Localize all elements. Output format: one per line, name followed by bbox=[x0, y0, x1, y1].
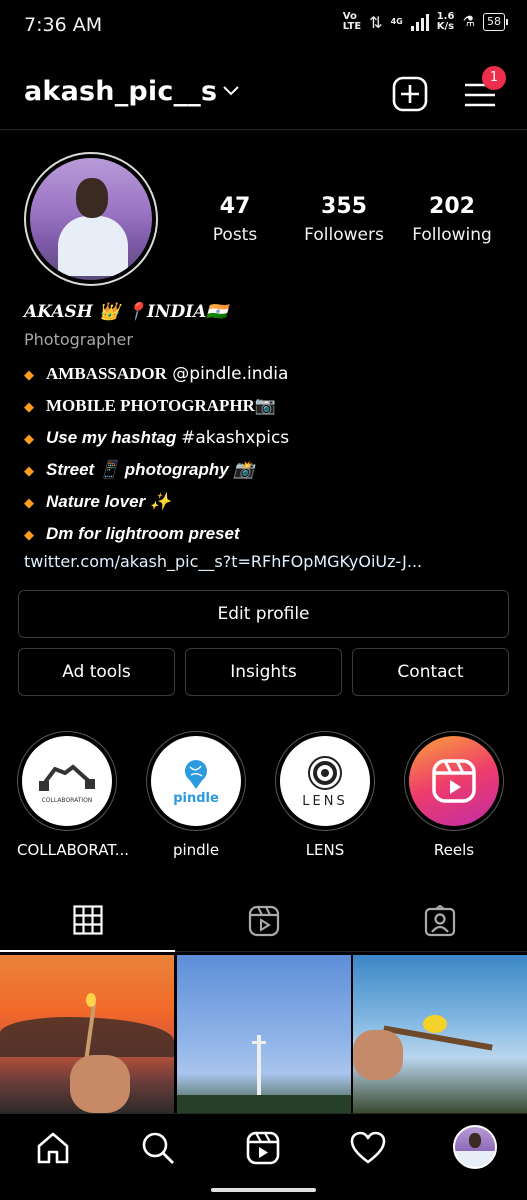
bio-line: ◆ Street 📱 photography 📸 bbox=[24, 460, 255, 479]
nav-activity[interactable] bbox=[348, 1128, 388, 1168]
status-bar: 7:36 AM Vo LTE ⇅ 4G 1.6 K/s ⚗ 58 bbox=[0, 0, 527, 56]
highlight-label: pindle bbox=[172, 841, 220, 859]
bottom-nav bbox=[0, 1113, 527, 1200]
highlight-cover: pindle bbox=[151, 736, 241, 826]
post-thumbnail[interactable] bbox=[353, 955, 527, 1113]
edit-profile-button[interactable]: Edit profile bbox=[18, 590, 509, 638]
status-icons: Vo LTE ⇅ 4G 1.6 K/s ⚗ 58 bbox=[342, 11, 508, 32]
followers-stat[interactable]: 355 Followers bbox=[292, 194, 396, 245]
search-icon bbox=[142, 1132, 174, 1164]
highlight-reels[interactable]: Reels bbox=[404, 731, 504, 859]
notification-badge: 1 bbox=[482, 66, 506, 90]
tab-tagged[interactable] bbox=[352, 890, 527, 952]
highlight-cover-text: LENS bbox=[302, 793, 348, 809]
diamond-icon: ◆ bbox=[24, 496, 34, 511]
followers-label: Followers bbox=[304, 225, 384, 245]
nav-home[interactable] bbox=[33, 1128, 73, 1168]
highlight-cover: COLLABORATION bbox=[22, 736, 112, 826]
status-time: 7:36 AM bbox=[24, 14, 103, 36]
volte-indicator: Vo LTE bbox=[342, 11, 362, 32]
bio-line: ◆ AMBASSADOR @pindle.india bbox=[24, 364, 289, 384]
following-label: Following bbox=[412, 225, 492, 245]
globe-pin-icon bbox=[185, 759, 207, 789]
highlight-collaboration[interactable]: COLLABORATION COLLABORAT... bbox=[17, 731, 130, 859]
profile-bio: AKASH 👑 📍INDIA🇮🇳 Photographer ◆ AMBASSADO… bbox=[24, 302, 514, 571]
ad-tools-button[interactable]: Ad tools bbox=[18, 648, 175, 696]
battery-icon: 58 bbox=[483, 13, 508, 31]
network-speed: 1.6 K/s bbox=[436, 11, 455, 32]
following-count: 202 bbox=[429, 194, 475, 219]
home-icon bbox=[37, 1132, 69, 1164]
handshake-icon bbox=[39, 763, 95, 791]
diamond-icon: ◆ bbox=[24, 368, 34, 383]
bio-name: AKASH 👑 📍INDIA🇮🇳 bbox=[24, 302, 228, 322]
profile-photo bbox=[30, 158, 152, 280]
profile-tabs bbox=[0, 890, 527, 952]
highlight-lens[interactable]: LENS LENS bbox=[275, 731, 375, 859]
grid-icon bbox=[72, 905, 103, 935]
highlight-cover: LENS bbox=[280, 736, 370, 826]
nav-profile[interactable] bbox=[452, 1124, 498, 1170]
heart-icon bbox=[350, 1131, 386, 1164]
highlight-label: COLLABORAT... bbox=[17, 841, 130, 859]
tagged-icon bbox=[424, 905, 455, 937]
chevron-down-icon[interactable] bbox=[222, 84, 240, 98]
bio-line: ◆ Dm for lightroom preset bbox=[24, 524, 240, 543]
tab-reels[interactable] bbox=[176, 890, 351, 952]
nav-reels[interactable] bbox=[243, 1128, 283, 1168]
insights-button[interactable]: Insights bbox=[185, 648, 342, 696]
highlight-cover-text: pindle bbox=[173, 790, 219, 806]
network-type: 4G bbox=[390, 17, 403, 26]
bio-line: ◆ Use my hashtag #akashxpics bbox=[24, 428, 290, 448]
lens-icon bbox=[308, 755, 342, 790]
tab-grid[interactable] bbox=[0, 890, 175, 952]
diamond-icon: ◆ bbox=[24, 432, 34, 447]
reels-icon bbox=[246, 1131, 280, 1165]
highlight-pindle[interactable]: pindle pindle bbox=[146, 731, 246, 859]
username-title[interactable]: akash_pic__s bbox=[24, 76, 217, 107]
home-indicator[interactable] bbox=[211, 1188, 316, 1192]
nav-search[interactable] bbox=[138, 1128, 178, 1168]
highlight-label: Reels bbox=[433, 841, 475, 859]
posts-count: 47 bbox=[219, 194, 251, 219]
bio-line: ◆ MOBILE PHOTOGRAPHR📷 bbox=[24, 396, 277, 416]
highlight-cover bbox=[409, 736, 499, 826]
highlight-cover-text: COLLABORATION bbox=[41, 796, 93, 804]
post-thumbnail[interactable] bbox=[0, 955, 174, 1113]
hashtag-link[interactable]: #akashxpics bbox=[181, 428, 289, 448]
diamond-icon: ◆ bbox=[24, 464, 34, 479]
profile-header: akash_pic__s 1 bbox=[0, 62, 527, 130]
new-post-icon[interactable] bbox=[392, 76, 428, 112]
reels-icon bbox=[432, 759, 476, 803]
profile-avatar bbox=[453, 1125, 497, 1169]
posts-grid bbox=[0, 955, 527, 1113]
bio-line: ◆ Nature lover ✨ bbox=[24, 492, 172, 511]
highlight-label: LENS bbox=[305, 841, 345, 859]
profile-avatar[interactable] bbox=[24, 152, 158, 286]
posts-label: Posts bbox=[212, 225, 258, 245]
post-thumbnail[interactable] bbox=[177, 955, 351, 1113]
diamond-icon: ◆ bbox=[24, 528, 34, 543]
data-arrows-icon: ⇅ bbox=[369, 12, 383, 32]
reels-icon bbox=[248, 905, 279, 937]
following-stat[interactable]: 202 Following bbox=[402, 194, 502, 245]
signal-icon bbox=[410, 13, 429, 31]
flask-icon: ⚗ bbox=[462, 14, 475, 30]
diamond-icon: ◆ bbox=[24, 400, 34, 415]
contact-button[interactable]: Contact bbox=[352, 648, 509, 696]
bio-link[interactable]: twitter.com/akash_pic__s?t=RFhFOpMGKyOiU… bbox=[24, 552, 514, 571]
posts-stat[interactable]: 47 Posts bbox=[196, 194, 274, 245]
bio-category: Photographer bbox=[24, 330, 133, 349]
followers-count: 355 bbox=[321, 194, 367, 219]
